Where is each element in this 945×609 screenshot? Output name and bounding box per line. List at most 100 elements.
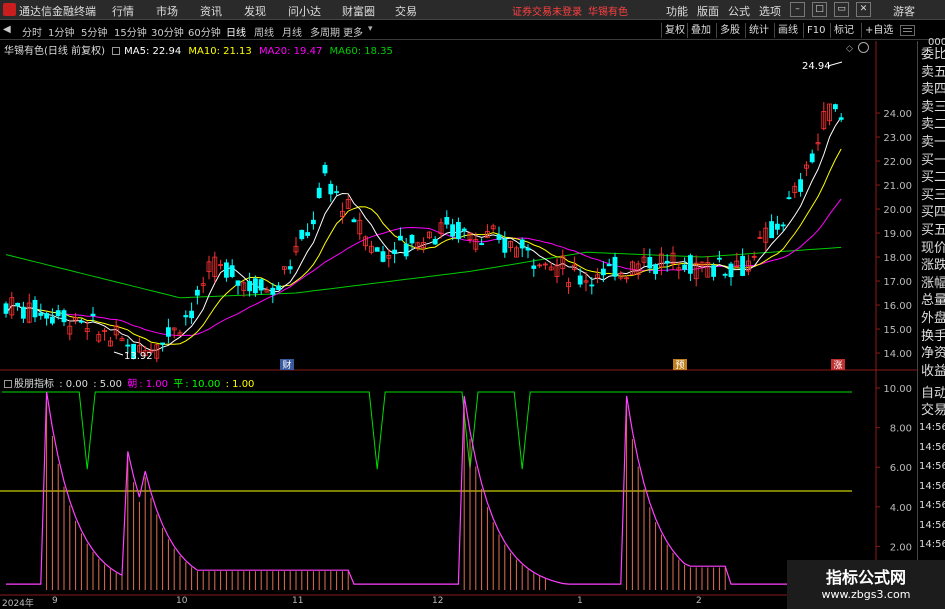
price-tick-label: 21.00 xyxy=(883,181,912,192)
ping-value: : 10.00 xyxy=(185,379,221,390)
panel-item-0[interactable]: 委比 xyxy=(921,47,945,62)
panel-item-8[interactable]: 买三 xyxy=(921,188,945,203)
panel-item-6[interactable]: 买一 xyxy=(921,153,945,168)
panel-item-14[interactable]: 总量 xyxy=(921,293,945,308)
panel-item-17[interactable]: 净资 xyxy=(921,346,945,361)
panel-item-13[interactable]: 涨幅 xyxy=(921,276,945,291)
panel-item-10[interactable]: 买五 xyxy=(921,223,945,238)
candle-body xyxy=(15,302,21,307)
price-tick-label: 16.00 xyxy=(883,301,912,312)
candle-body xyxy=(44,313,49,319)
candle-body xyxy=(194,289,200,296)
candle-body xyxy=(229,265,235,277)
panel-item-3[interactable]: 卖三 xyxy=(921,100,945,115)
indicator-chao-line xyxy=(6,391,842,585)
date-label-1: 9 xyxy=(52,596,58,606)
panel-item-11[interactable]: 现价 xyxy=(921,241,945,256)
candle-body xyxy=(316,187,322,198)
candle-body xyxy=(276,285,282,291)
date-label-5: 1 xyxy=(577,596,583,606)
candle-body xyxy=(90,313,96,316)
watermark-title: 指标公式网 xyxy=(825,568,906,587)
candle-body xyxy=(50,316,55,324)
panel-item-9[interactable]: 买四 xyxy=(921,205,945,220)
candle-body xyxy=(3,303,9,314)
candle-body xyxy=(717,257,722,260)
candle-body xyxy=(299,229,305,240)
legend-collapse-icon[interactable] xyxy=(112,47,121,55)
candle-body xyxy=(247,281,253,292)
candle-body xyxy=(258,279,264,291)
low-pointer xyxy=(113,351,124,356)
indicator-value-3: : 1.00 xyxy=(225,379,255,390)
candle-body xyxy=(252,278,258,294)
candle-body xyxy=(606,264,612,267)
panel-item-1[interactable]: 卖五 xyxy=(921,65,945,80)
candle-body xyxy=(455,221,461,240)
panel-item-4[interactable]: 卖二 xyxy=(921,117,945,132)
panel-item-15[interactable]: 外盘 xyxy=(921,311,945,326)
high-price-label: 24.94 xyxy=(802,61,831,72)
price-tick-label: 19.00 xyxy=(883,229,912,240)
indicator-tick-label: 10.00 xyxy=(883,384,912,395)
chart-canvas[interactable]: 24.0023.0022.0021.0020.0019.0018.0017.00… xyxy=(0,0,917,609)
panel-lower-1[interactable]: 交易 xyxy=(921,403,945,418)
panel-item-7[interactable]: 买二 xyxy=(921,170,945,185)
ma60-value: MA60: 18.35 xyxy=(329,46,393,57)
candle-body xyxy=(601,268,606,276)
date-axis: 2024年 9 10 11 12 1 2 xyxy=(0,596,787,609)
candle-body xyxy=(612,256,618,277)
candle-body xyxy=(392,249,398,255)
candle-body xyxy=(403,243,409,257)
candle-body xyxy=(798,179,803,192)
candle-body xyxy=(780,224,786,227)
panel-time-4: 14:56 xyxy=(919,500,945,511)
ma10-value: MA10: 21.13 xyxy=(188,46,252,57)
candle-body xyxy=(270,287,276,295)
candle-body xyxy=(165,327,171,337)
candle-body xyxy=(461,228,467,232)
candle-body xyxy=(647,257,653,269)
candle-body xyxy=(589,284,595,287)
indicator-collapse-icon[interactable] xyxy=(4,380,12,388)
panel-item-12[interactable]: 涨跌 xyxy=(921,258,945,273)
candle-body xyxy=(189,310,195,319)
indicator-name[interactable]: 股朋指标 xyxy=(14,379,54,390)
panel-item-18[interactable]: 收益 xyxy=(921,364,945,379)
panel-item-2[interactable]: 卖四 xyxy=(921,82,945,97)
ping-label: 平 xyxy=(173,379,184,390)
panel-time-1: 14:56 xyxy=(919,441,945,453)
panel-item-16[interactable]: 换手 xyxy=(921,329,945,344)
pin-icon[interactable]: ◇ xyxy=(846,44,853,54)
panel-lower-0[interactable]: 自动 xyxy=(921,386,945,401)
candle-body xyxy=(809,153,815,163)
panel-time-3: 14:56 xyxy=(919,480,945,492)
price-tick-label: 15.00 xyxy=(883,325,912,336)
candle-body xyxy=(79,320,84,323)
price-tick-label: 18.00 xyxy=(883,253,912,264)
event-marker-label: 财 xyxy=(282,359,291,371)
chao-value: : 1.00 xyxy=(139,379,169,390)
candle-body xyxy=(380,251,386,262)
candle-body xyxy=(374,247,380,252)
candle-body xyxy=(160,342,166,345)
date-label-6: 2 xyxy=(696,596,702,606)
ma5-value: MA5: 22.94 xyxy=(124,46,182,57)
panel-item-5[interactable]: 卖一 xyxy=(921,135,945,150)
candle-body xyxy=(235,280,241,286)
candle-body xyxy=(450,224,456,237)
candle-body xyxy=(479,243,485,246)
price-tick-label: 22.00 xyxy=(883,157,912,168)
panel-time-6: 14:56 xyxy=(919,539,945,550)
candle-body xyxy=(397,235,403,241)
candle-body xyxy=(334,191,340,193)
candle-body xyxy=(310,219,316,225)
candle-body xyxy=(688,255,693,274)
low-price-label: 13.92 xyxy=(124,351,153,362)
date-label-4: 12 xyxy=(432,596,444,606)
candle-body xyxy=(577,275,583,285)
candle-body xyxy=(61,310,67,323)
indicator-legend: 股朋指标 : 0.00 : 5.00 朝: 1.00 平: 10.00 : 1.… xyxy=(4,375,256,390)
settings-icon[interactable] xyxy=(858,42,869,53)
candle-body xyxy=(444,216,450,225)
